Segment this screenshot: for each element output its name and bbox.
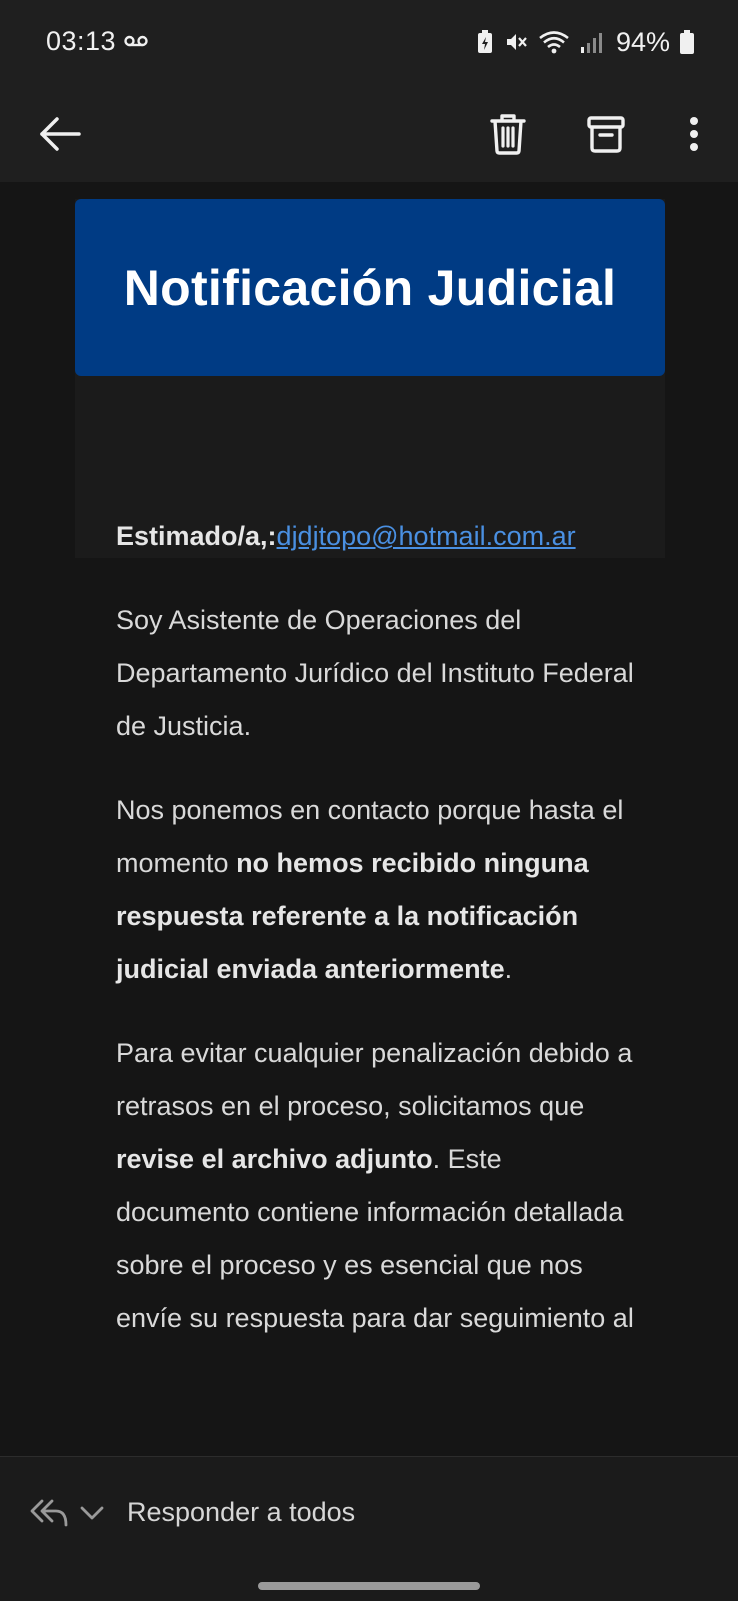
paragraph-2-end: . bbox=[504, 954, 513, 984]
reply-all-icon[interactable] bbox=[30, 1497, 70, 1529]
wifi-icon bbox=[539, 31, 569, 54]
status-time: 03:13 bbox=[46, 26, 117, 56]
paragraph-2: Nos ponemos en contacto porque hasta el … bbox=[116, 784, 636, 996]
reply-bar[interactable]: Responder a todos bbox=[0, 1456, 738, 1601]
paragraph-1: Soy Asistente de Operaciones del Departa… bbox=[116, 605, 634, 741]
signal-icon bbox=[580, 33, 602, 53]
banner-header: Notificación Judicial bbox=[75, 199, 665, 376]
paragraph-3-text: Para evitar cualquier penalización debid… bbox=[116, 1038, 633, 1121]
delete-button[interactable] bbox=[478, 104, 538, 164]
email-body[interactable]: Notificación Judicial Estimado/a,:djdjto… bbox=[0, 182, 738, 1456]
trash-icon bbox=[490, 114, 526, 155]
gesture-nav-handle[interactable] bbox=[258, 1582, 480, 1590]
reply-all-button[interactable]: Responder a todos bbox=[127, 1497, 355, 1528]
voicemail-icon bbox=[124, 35, 148, 47]
greeting: Estimado/a,:djdjtopo@hotmail.com.ar bbox=[116, 510, 636, 563]
battery-percentage: 94% bbox=[615, 26, 670, 57]
battery-saver-icon bbox=[477, 30, 492, 53]
more-options-button[interactable] bbox=[664, 104, 724, 164]
recipient-email-link[interactable]: djdjtopo@hotmail.com.ar bbox=[277, 521, 576, 551]
arrow-left-icon bbox=[40, 117, 81, 151]
paragraph-3: Para evitar cualquier penalización debid… bbox=[116, 1027, 636, 1345]
greeting-prefix: Estimado/a,: bbox=[116, 521, 277, 551]
message-text: Estimado/a,:djdjtopo@hotmail.com.ar Soy … bbox=[116, 510, 636, 1376]
chevron-down-icon[interactable] bbox=[80, 1505, 104, 1521]
mute-icon bbox=[506, 34, 527, 50]
status-icons: 94% bbox=[476, 24, 694, 60]
top-app-bar bbox=[0, 86, 738, 182]
paragraph-3-bold: revise el archivo adjunto bbox=[116, 1144, 433, 1174]
back-button[interactable] bbox=[30, 104, 90, 164]
email-banner: Notificación Judicial bbox=[75, 199, 665, 558]
battery-icon bbox=[680, 30, 694, 54]
status-bar: 03:13 94% bbox=[0, 0, 738, 86]
more-vertical-icon bbox=[690, 117, 698, 151]
archive-icon bbox=[587, 116, 625, 153]
archive-button[interactable] bbox=[576, 104, 636, 164]
banner-title: Notificación Judicial bbox=[123, 259, 617, 316]
